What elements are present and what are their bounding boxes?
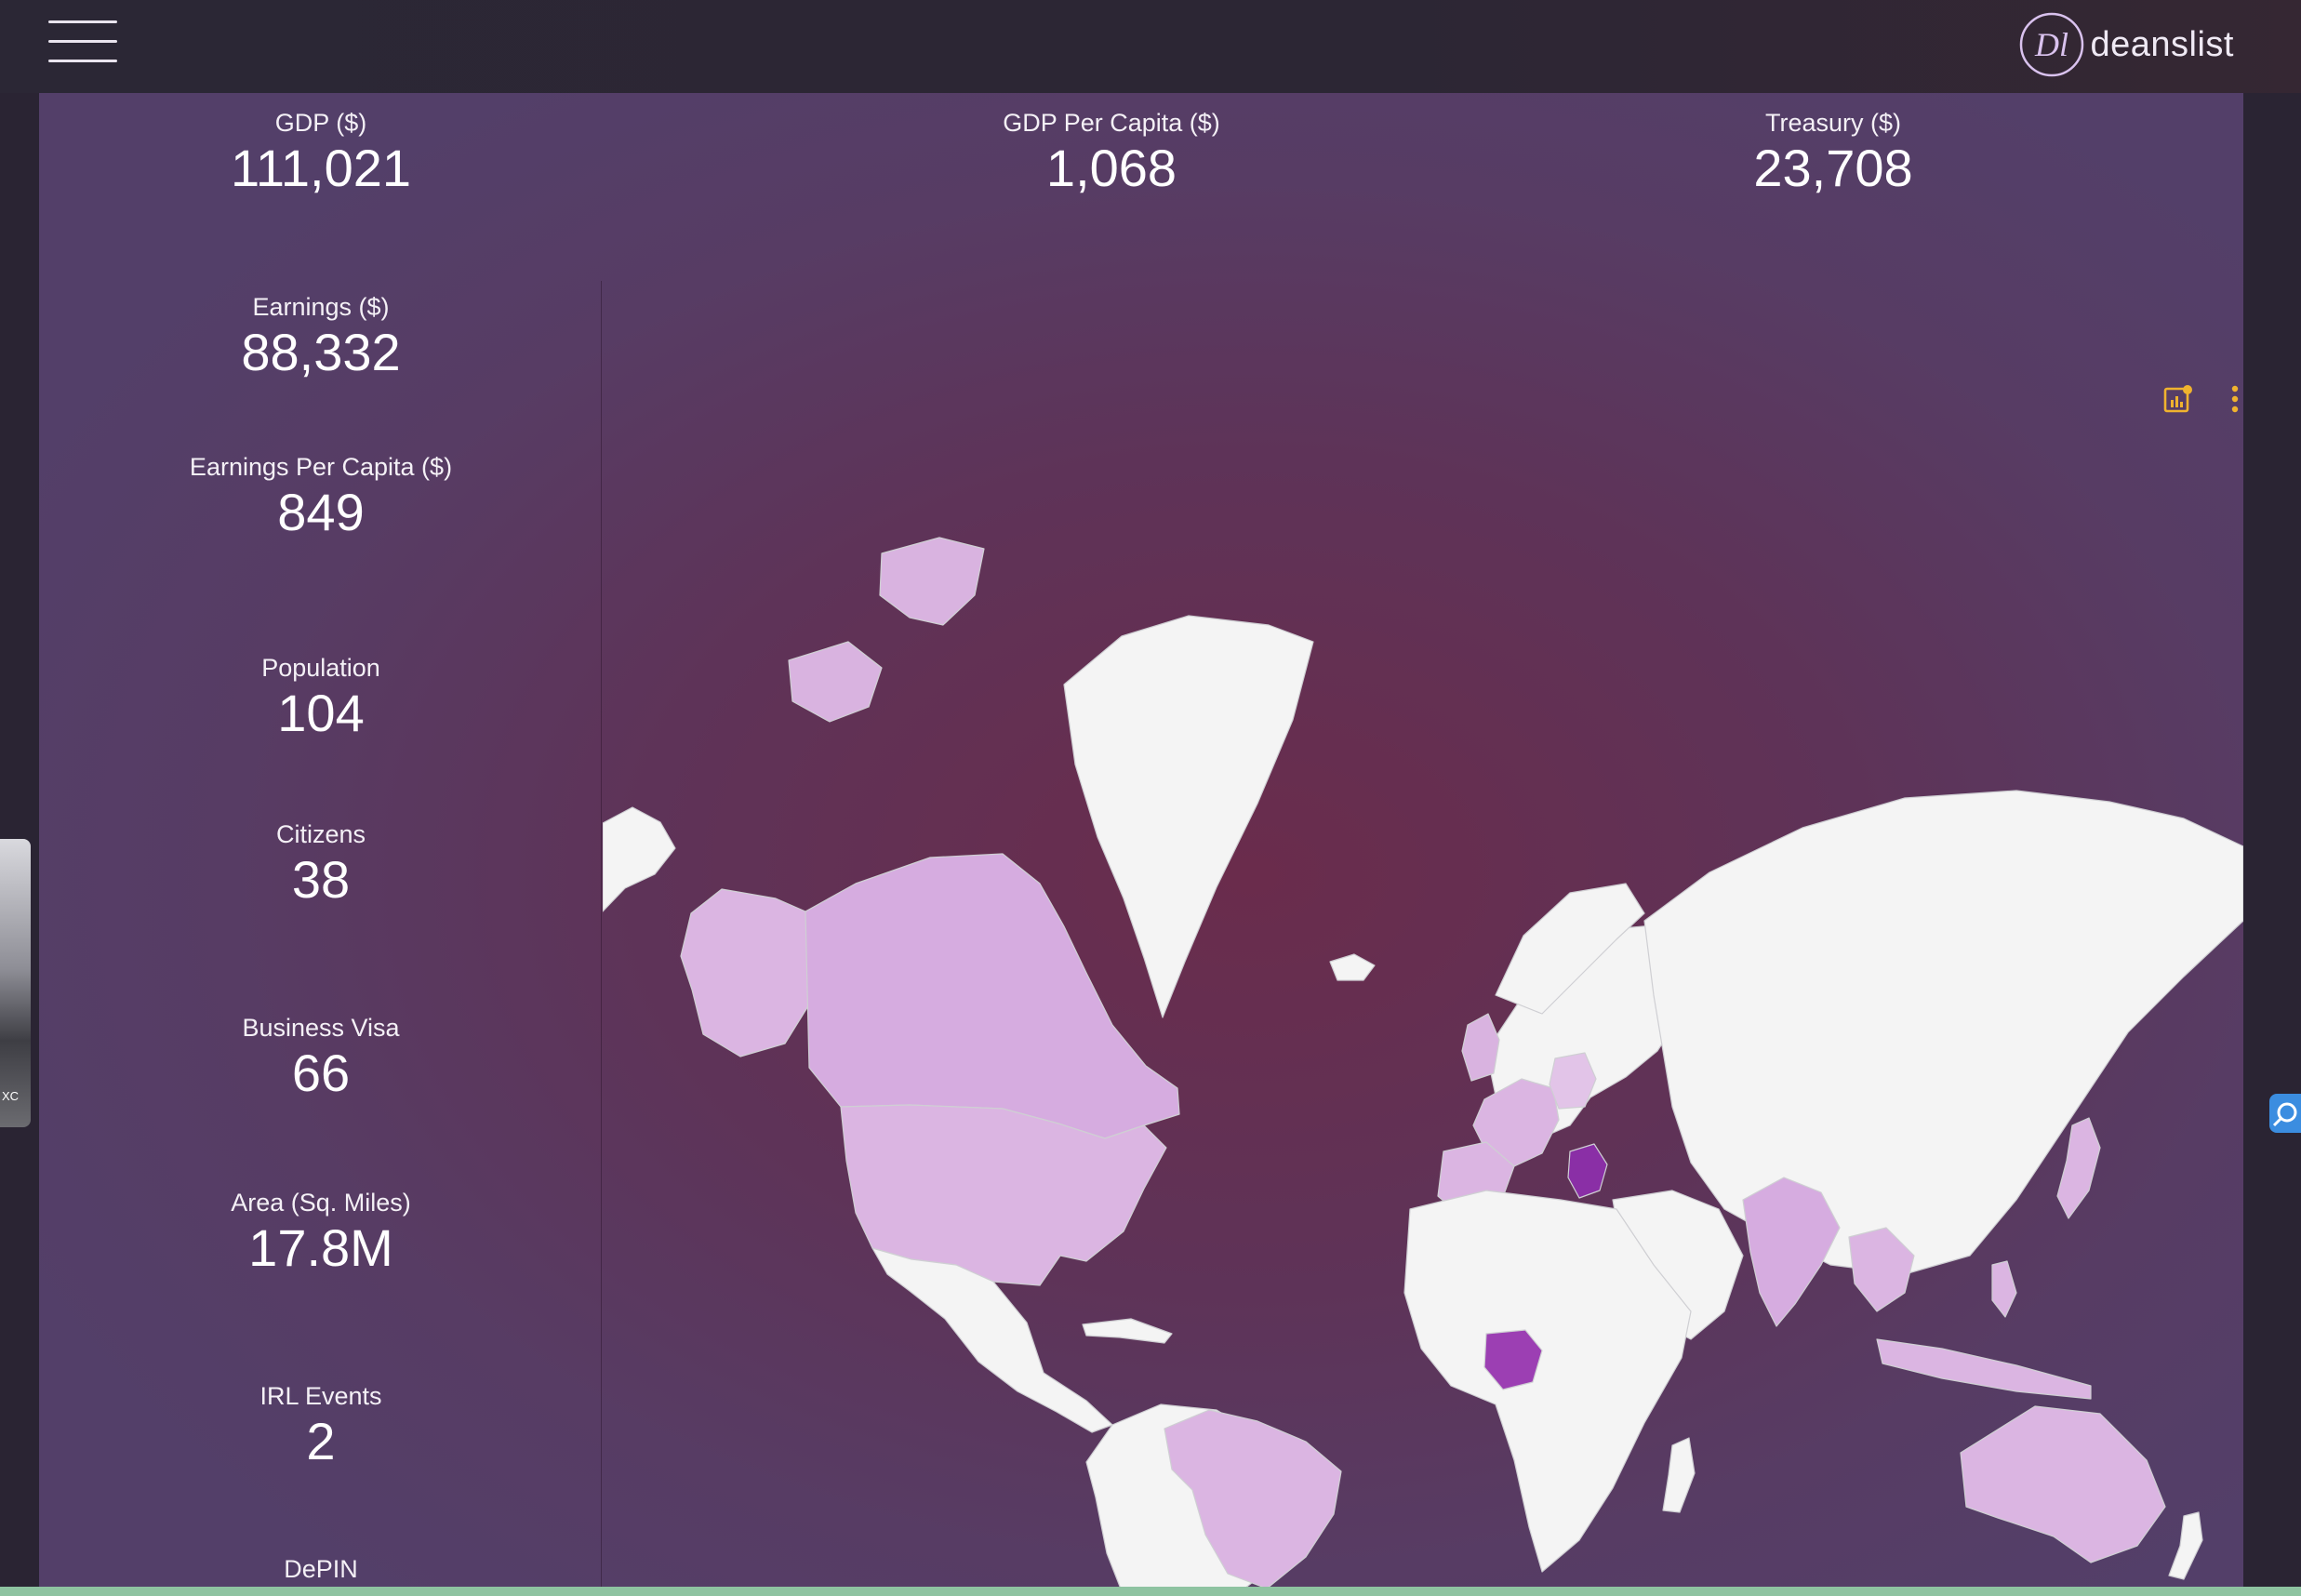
deanslist-logo-icon: Dl: [2019, 12, 2083, 77]
stat-value: 23,708: [1753, 139, 1913, 197]
stat-treasury: Treasury ($) 23,708: [1753, 108, 1912, 197]
map-region-japan[interactable]: [2056, 1117, 2101, 1219]
side-thumbnail-tag: XC: [2, 1089, 20, 1103]
stat-irl-events: IRL Events 2: [259, 1381, 381, 1470]
map-region-australia[interactable]: [1960, 1405, 2166, 1563]
map-region-new-zealand[interactable]: [2168, 1511, 2203, 1580]
map-region-uk[interactable]: [1461, 1013, 1500, 1082]
stat-label: DePIN: [284, 1555, 358, 1583]
brand-logo[interactable]: Dl deanslist: [2018, 11, 2234, 78]
more-vert-icon[interactable]: [2228, 383, 2241, 415]
map-region-philippines[interactable]: [1991, 1260, 2017, 1318]
side-thumbnail[interactable]: XC: [0, 839, 31, 1127]
stat-depin: DePIN: [284, 1554, 358, 1586]
stat-value: 88,332: [241, 323, 401, 381]
hamburger-menu-icon[interactable]: [48, 20, 117, 63]
stat-label: Business Visa: [242, 1014, 400, 1042]
stat-value: 38: [291, 850, 351, 909]
stat-area: Area (Sq. Miles) 17.8M: [231, 1188, 411, 1277]
world-map-svg: [603, 537, 2243, 1596]
map-region-india[interactable]: [1742, 1177, 1841, 1327]
stat-value: 849: [277, 483, 365, 541]
stat-earnings-per-capita: Earnings Per Capita ($) 849: [190, 452, 452, 541]
stat-gdp: GDP ($) 111,021: [231, 108, 411, 197]
search-zoom-icon: [2272, 1102, 2297, 1127]
stat-earnings: Earnings ($) 88,332: [241, 292, 400, 381]
stat-value: 111,021: [230, 139, 412, 197]
map-region-greece[interactable]: [1567, 1143, 1608, 1199]
stat-label: GDP Per Capita ($): [1003, 109, 1220, 137]
stat-label: Area (Sq. Miles): [231, 1189, 411, 1217]
stat-label: Earnings ($): [252, 293, 390, 321]
stat-value: 1,068: [1045, 139, 1177, 197]
stat-label: Treasury ($): [1764, 109, 1902, 137]
stat-population: Population 104: [261, 653, 380, 742]
brand-name: deanslist: [2090, 24, 2234, 64]
map-region-iceland[interactable]: [1329, 953, 1376, 981]
map-region-canada-arctic-islands[interactable]: [879, 537, 985, 626]
top-bar: Dl deanslist: [0, 0, 2301, 93]
stat-value: 66: [291, 1044, 351, 1102]
map-region-alaska[interactable]: [680, 888, 810, 1057]
stat-label: GDP ($): [274, 109, 367, 137]
stat-business-visa: Business Visa 66: [242, 1013, 399, 1102]
map-region-greenland[interactable]: [1063, 615, 1314, 1018]
map-region-alaska-west[interactable]: [603, 806, 676, 912]
stat-label: Citizens: [275, 820, 366, 848]
stat-label: Earnings Per Capita ($): [189, 453, 453, 481]
chart-settings-icon[interactable]: [2163, 383, 2195, 415]
map-region-canada-arctic-islands-west[interactable]: [788, 641, 883, 723]
dashboard-panel: GDP ($) 111,021 GDP Per Capita ($) 1,068…: [39, 93, 2243, 1596]
map-region-madagascar[interactable]: [1662, 1437, 1696, 1513]
world-map[interactable]: [603, 270, 2243, 1596]
stat-value: 2: [306, 1412, 336, 1470]
stat-value: 104: [277, 684, 365, 742]
panel-divider: [601, 281, 602, 1596]
stat-label: IRL Events: [259, 1382, 382, 1410]
map-region-russia-asia[interactable]: [1643, 790, 2243, 1275]
bottom-status-bar: [0, 1587, 2301, 1596]
svg-text:Dl: Dl: [2034, 26, 2068, 63]
stat-gdp-per-capita: GDP Per Capita ($) 1,068: [1003, 108, 1220, 197]
map-region-caribbean[interactable]: [1082, 1318, 1173, 1344]
stat-citizens: Citizens 38: [276, 819, 366, 909]
map-region-indonesia[interactable]: [1876, 1338, 2092, 1400]
stat-value: 17.8M: [248, 1218, 393, 1277]
stat-label: Population: [261, 654, 380, 682]
right-side-tab[interactable]: [2269, 1094, 2301, 1133]
